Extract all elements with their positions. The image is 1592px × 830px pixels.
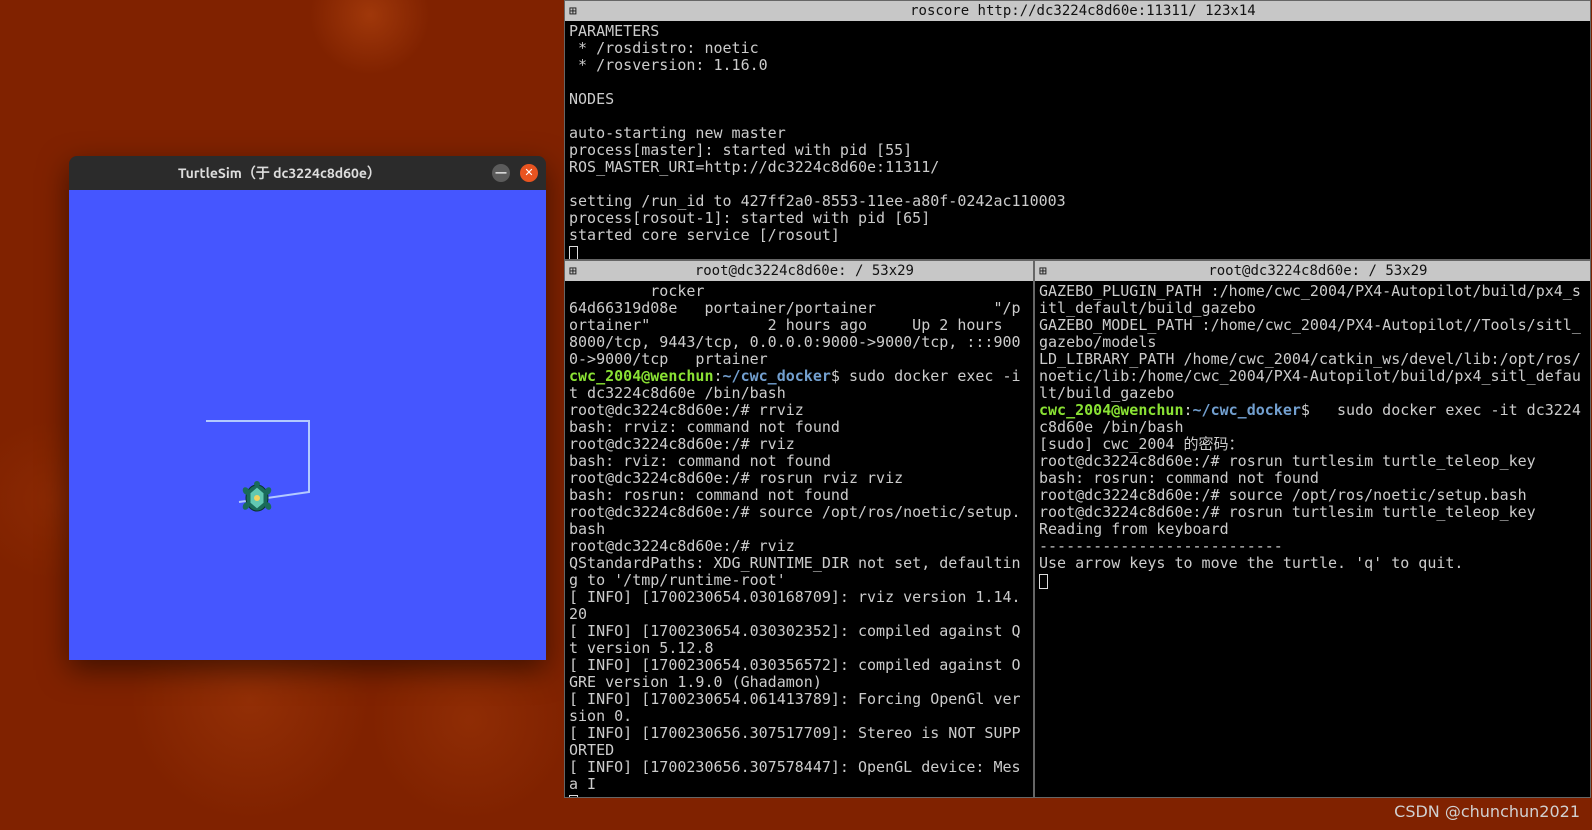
terminal-pane-teleop[interactable]: ⊞ root@dc3224c8d60e: / 53x29 GAZEBO_PLUG… (1034, 260, 1591, 798)
terminal-output[interactable]: PARAMETERS * /rosdistro: noetic * /rosve… (565, 21, 1590, 259)
turtlesim-title: TurtleSim（于 dc3224c8d60e） (77, 165, 482, 182)
pane-title: root@dc3224c8d60e: / 53x29 (580, 263, 1029, 280)
turtle-icon (237, 478, 277, 518)
turtlesim-canvas (69, 190, 546, 660)
pane-glyph-icon: ⊞ (1039, 263, 1046, 280)
watermark: CSDN @chunchun2021 (1394, 803, 1580, 820)
terminal-output[interactable]: GAZEBO_PLUGIN_PATH :/home/cwc_2004/PX4-A… (1035, 281, 1590, 797)
pane-titlebar[interactable]: ⊞ roscore http://dc3224c8d60e:11311/ 123… (565, 1, 1590, 21)
turtle-path (69, 190, 546, 660)
close-button[interactable]: ✕ (520, 164, 538, 182)
pane-glyph-icon: ⊞ (569, 263, 576, 280)
minimize-button[interactable]: — (492, 164, 510, 182)
terminal-output[interactable]: rocker 64d66319d08e portainer/portainer … (565, 281, 1033, 797)
turtlesim-titlebar[interactable]: TurtleSim（于 dc3224c8d60e） — ✕ (69, 156, 546, 190)
pane-title: root@dc3224c8d60e: / 53x29 (1050, 263, 1586, 280)
pane-titlebar[interactable]: ⊞ root@dc3224c8d60e: / 53x29 (565, 261, 1033, 281)
pane-titlebar[interactable]: ⊞ root@dc3224c8d60e: / 53x29 (1035, 261, 1590, 281)
terminal-pane-roscore[interactable]: ⊞ roscore http://dc3224c8d60e:11311/ 123… (564, 0, 1591, 260)
terminal-pane-rviz[interactable]: ⊞ root@dc3224c8d60e: / 53x29 rocker 64d6… (564, 260, 1034, 798)
terminal-multiplexer: ⊞ roscore http://dc3224c8d60e:11311/ 123… (564, 0, 1591, 798)
turtlesim-window[interactable]: TurtleSim（于 dc3224c8d60e） — ✕ (69, 156, 546, 660)
pane-glyph-icon: ⊞ (569, 3, 576, 20)
pane-title: roscore http://dc3224c8d60e:11311/ 123x1… (580, 3, 1586, 20)
